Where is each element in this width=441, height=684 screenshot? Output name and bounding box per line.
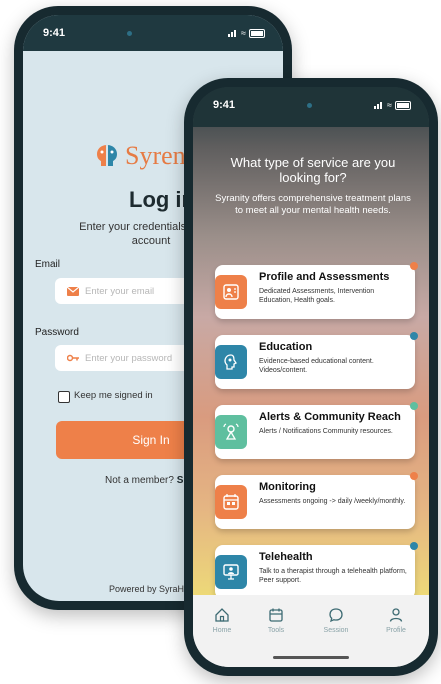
services-phone: 9:41 ≈ What type of service are you look…	[184, 78, 438, 676]
telehealth-icon	[215, 555, 247, 589]
bottom-tab-bar: Home Tools Session Profile	[193, 595, 429, 667]
sign-in-label: Sign In	[132, 433, 170, 447]
password-label: Password	[35, 327, 79, 338]
profile-assessment-icon	[215, 275, 247, 309]
status-icons: ≈	[228, 28, 265, 38]
logo-text: Syreni	[125, 141, 193, 170]
tab-tools[interactable]: Tools	[255, 607, 297, 634]
service-question: What type of service are you looking for…	[230, 155, 396, 185]
card-description: Evidence-based educational content. Vide…	[259, 358, 374, 374]
card-title: Alerts & Community Reach	[259, 411, 401, 423]
tab-session[interactable]: Session	[315, 607, 357, 634]
app-logo: Syreni	[93, 141, 193, 171]
brain-logo-icon	[97, 145, 117, 166]
status-time: 9:41	[213, 99, 236, 111]
email-label: Email	[35, 259, 61, 270]
service-card-education[interactable]: Education Evidence-based educational con…	[215, 332, 418, 389]
battery-icon	[249, 28, 265, 38]
battery-icon	[395, 100, 411, 110]
service-card-monitoring[interactable]: Monitoring Assessments ongoing -> daily …	[215, 472, 418, 529]
not-member-text: Not a member?	[105, 475, 174, 486]
tab-label: Profile	[386, 627, 406, 634]
home-icon	[215, 608, 229, 622]
card-description: Alerts / Notifications Community resourc…	[259, 428, 393, 435]
service-card-telehealth[interactable]: Telehealth Talk to a therapist through a…	[215, 542, 418, 599]
services-screen: 9:41 ≈ What type of service are you look…	[193, 87, 429, 667]
chat-bubble-icon	[329, 608, 343, 623]
education-brain-icon	[215, 345, 247, 379]
card-title: Education	[259, 341, 313, 353]
card-description: Dedicated Assessments, Intervention Educ…	[259, 288, 375, 304]
card-description: Assessments ongoing -> daily /weekly/mon…	[259, 498, 406, 505]
card-title: Monitoring	[259, 481, 316, 493]
keep-signed-in-label: Keep me signed in	[74, 390, 153, 401]
status-dot	[410, 262, 418, 270]
wifi-icon: ≈	[387, 100, 392, 110]
service-card-alerts[interactable]: Alerts & Community Reach Alerts / Notifi…	[215, 402, 418, 459]
card-title: Profile and Assessments	[259, 271, 390, 283]
status-dot	[410, 332, 418, 340]
calendar-icon	[269, 608, 283, 622]
tab-profile[interactable]: Profile	[375, 607, 417, 634]
service-subtitle: Syranity offers comprehensive treatment …	[215, 193, 411, 216]
mail-icon	[67, 286, 79, 296]
status-icons: ≈	[374, 100, 411, 110]
status-time: 9:41	[43, 27, 66, 39]
key-icon	[67, 354, 79, 362]
alerts-community-icon	[215, 415, 247, 449]
password-placeholder: Enter your password	[85, 352, 173, 364]
status-dot	[410, 402, 418, 410]
home-indicator[interactable]	[273, 656, 349, 659]
person-icon	[389, 608, 403, 622]
wifi-icon: ≈	[241, 28, 246, 38]
signal-icon	[374, 101, 384, 109]
email-placeholder: Enter your email	[85, 285, 155, 297]
tab-label: Tools	[267, 627, 285, 634]
card-title: Telehealth	[259, 551, 313, 563]
card-description: Talk to a therapist through a telehealth…	[259, 568, 407, 584]
status-bar: 9:41 ≈	[193, 99, 429, 115]
status-dot	[410, 542, 418, 550]
service-card-profile[interactable]: Profile and Assessments Dedicated Assess…	[215, 262, 418, 319]
status-bar: 9:41 ≈	[23, 27, 283, 43]
tab-label: Session	[323, 627, 349, 634]
tab-home[interactable]: Home	[201, 607, 243, 634]
status-dot	[410, 472, 418, 480]
keep-signed-in-checkbox[interactable]	[58, 391, 70, 403]
signal-icon	[228, 29, 238, 37]
monitoring-icon	[215, 485, 247, 519]
tab-label: Home	[212, 627, 232, 634]
